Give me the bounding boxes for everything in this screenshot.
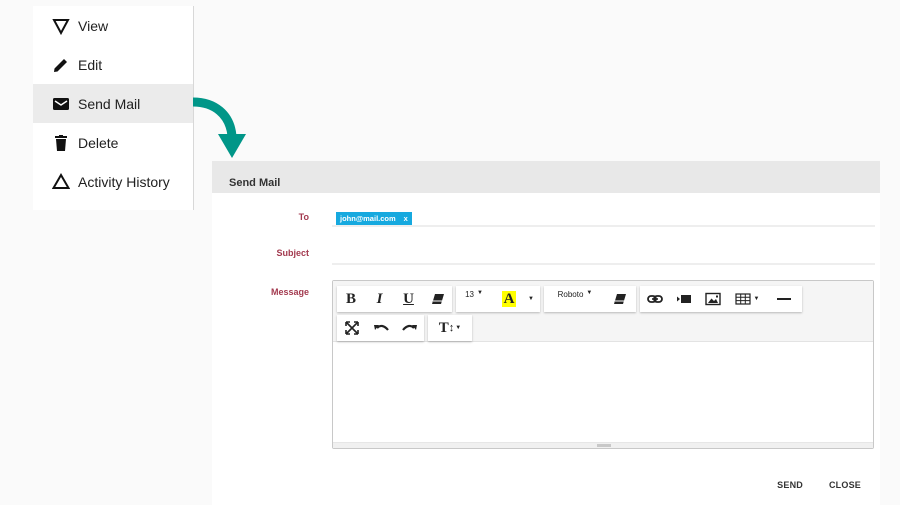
font-family-value: Roboto xyxy=(557,290,584,299)
font-size-value: 13 xyxy=(465,290,474,299)
to-label: To xyxy=(298,212,309,222)
undo-button[interactable] xyxy=(366,315,395,341)
video-icon xyxy=(677,295,691,303)
message-label: Message xyxy=(270,287,309,297)
toolbar-group-insert: ▼ xyxy=(640,286,802,312)
horizontal-rule-button[interactable] xyxy=(766,286,802,312)
caret-down-icon: ▼ xyxy=(528,296,534,302)
redo-button[interactable] xyxy=(395,315,424,341)
menu-item-label: View xyxy=(78,17,109,34)
toolbar-group-misc xyxy=(337,315,424,341)
subject-input[interactable] xyxy=(332,246,875,265)
pencil-icon xyxy=(52,56,70,74)
send-button[interactable]: SEND xyxy=(777,480,803,490)
fullscreen-icon xyxy=(344,321,359,335)
eraser-icon xyxy=(614,294,626,304)
editor-toolbar: B I U 13 ▼ A ▼ Roboto ▼ ▼ T ↕ ▼ xyxy=(333,281,873,342)
insert-image-button[interactable] xyxy=(698,286,728,312)
image-icon xyxy=(705,292,721,306)
font-size-dropdown[interactable]: 13 ▼ xyxy=(456,286,492,312)
envelope-icon xyxy=(52,95,70,113)
to-field[interactable]: john@mail.com x xyxy=(332,208,875,227)
clear-format-button[interactable] xyxy=(606,286,634,312)
recipient-chip-text: john@mail.com xyxy=(340,214,396,223)
toolbar-group-font: 13 ▼ A ▼ xyxy=(456,286,540,312)
view-triangle-down-icon xyxy=(52,17,70,35)
trash-icon xyxy=(52,134,70,152)
line-height-button[interactable]: T ↕ ▼ xyxy=(428,315,472,341)
subject-label: Subject xyxy=(276,248,309,258)
undo-icon xyxy=(373,324,389,331)
caret-down-icon: ▼ xyxy=(586,290,593,296)
caret-down-icon: ▼ xyxy=(753,296,760,302)
menu-item-edit[interactable]: Edit xyxy=(33,45,193,84)
bold-button[interactable]: B xyxy=(337,286,365,312)
eraser-button[interactable] xyxy=(423,286,452,312)
menu-item-label: Delete xyxy=(78,134,119,151)
font-color-dropdown[interactable]: ▼ xyxy=(526,286,536,312)
horizontal-rule-icon xyxy=(777,298,791,300)
toolbar-group-family: Roboto ▼ xyxy=(544,286,636,312)
triangle-up-icon xyxy=(52,172,70,191)
menu-item-label: Send Mail xyxy=(78,95,141,112)
font-color-button[interactable]: A xyxy=(492,286,526,312)
menu-item-send-mail[interactable]: Send Mail xyxy=(33,84,193,123)
redo-icon xyxy=(401,324,417,331)
resize-grip-icon[interactable] xyxy=(597,444,611,447)
message-editor-area[interactable] xyxy=(333,342,873,442)
line-height-arrow-icon: ↕ xyxy=(448,322,455,334)
dialog-title: Send Mail xyxy=(212,161,880,193)
rich-text-editor: B I U 13 ▼ A ▼ Roboto ▼ ▼ T ↕ ▼ xyxy=(332,280,874,449)
recipient-chip[interactable]: john@mail.com x xyxy=(336,212,412,225)
insert-table-button[interactable]: ▼ xyxy=(728,286,766,312)
italic-button[interactable]: I xyxy=(365,286,394,312)
caret-down-icon: ▼ xyxy=(455,325,462,331)
close-button[interactable]: CLOSE xyxy=(829,480,861,490)
dialog-actions: SEND CLOSE xyxy=(777,480,861,490)
eraser-icon xyxy=(431,294,444,304)
table-icon xyxy=(734,293,751,305)
context-menu: View Edit Send Mail Delete Activity Hist… xyxy=(33,6,194,210)
font-family-dropdown[interactable]: Roboto ▼ xyxy=(544,286,606,312)
recipient-chip-remove-button[interactable]: x xyxy=(404,214,408,223)
toolbar-group-height: T ↕ ▼ xyxy=(428,315,472,341)
menu-item-delete[interactable]: Delete xyxy=(33,123,193,162)
underline-button[interactable]: U xyxy=(394,286,423,312)
menu-item-view[interactable]: View xyxy=(33,6,193,45)
caret-down-icon: ▼ xyxy=(476,290,483,296)
editor-resize-bar[interactable] xyxy=(333,442,873,448)
send-mail-dialog: Send Mail To john@mail.com x Subject Mes… xyxy=(212,161,880,505)
toolbar-group-style: B I U xyxy=(337,286,452,312)
menu-item-label: Activity History xyxy=(78,173,170,190)
insert-video-button[interactable] xyxy=(670,286,698,312)
fullscreen-button[interactable] xyxy=(337,315,366,341)
line-height-glyph: T xyxy=(438,319,449,336)
curved-arrow-icon xyxy=(192,97,246,158)
insert-link-button[interactable] xyxy=(640,286,670,312)
menu-item-label: Edit xyxy=(78,56,103,73)
link-icon xyxy=(647,295,663,303)
menu-item-activity-history[interactable]: Activity History xyxy=(33,162,193,201)
font-color-glyph: A xyxy=(501,291,517,307)
